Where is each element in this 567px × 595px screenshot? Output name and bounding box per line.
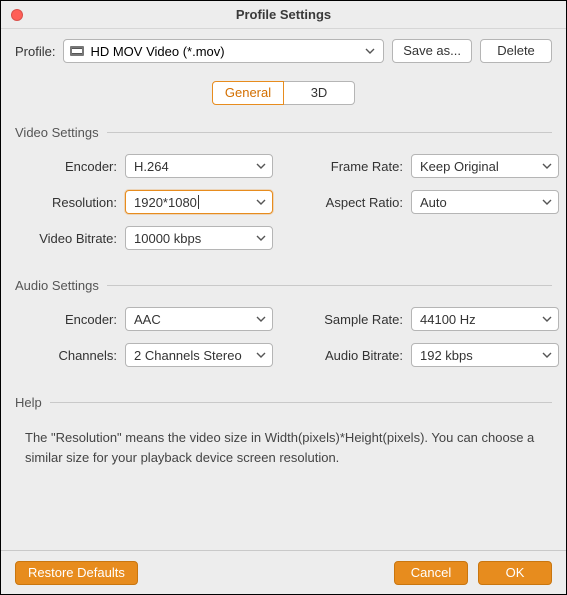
audio-bitrate-select[interactable]: 192 kbps: [411, 343, 559, 367]
audio-bitrate-label: Audio Bitrate:: [309, 348, 411, 363]
video-encoder-select[interactable]: H.264: [125, 154, 273, 178]
audio-settings-heading: Audio Settings: [15, 278, 552, 293]
profile-select-value: HD MOV Video (*.mov): [90, 44, 224, 59]
sample-rate-label: Sample Rate:: [309, 312, 411, 327]
profile-settings-window: Profile Settings Profile: HD MOV Video (…: [0, 0, 567, 595]
tab-3d[interactable]: 3D: [283, 81, 355, 105]
profile-select[interactable]: HD MOV Video (*.mov): [63, 39, 384, 63]
window-title: Profile Settings: [1, 7, 566, 22]
video-bitrate-label: Video Bitrate:: [15, 231, 125, 246]
help-text: The "Resolution" means the video size in…: [15, 424, 552, 467]
aspect-ratio-value: Auto: [420, 195, 447, 210]
frame-rate-select[interactable]: Keep Original: [411, 154, 559, 178]
chevron-down-icon: [365, 48, 375, 54]
chevron-down-icon: [256, 352, 266, 358]
titlebar: Profile Settings: [1, 1, 566, 29]
video-file-icon: [70, 45, 84, 57]
tab-general[interactable]: General: [212, 81, 284, 105]
aspect-ratio-label: Aspect Ratio:: [309, 195, 411, 210]
audio-settings-group: Audio Settings Encoder: AAC Sample Rate:…: [15, 278, 552, 367]
channels-value: 2 Channels Stereo: [134, 348, 242, 363]
resolution-label: Resolution:: [15, 195, 125, 210]
help-group: Help The "Resolution" means the video si…: [15, 395, 552, 467]
chevron-down-icon: [256, 316, 266, 322]
chevron-down-icon: [256, 235, 266, 241]
channels-label: Channels:: [15, 348, 125, 363]
video-settings-heading: Video Settings: [15, 125, 552, 140]
frame-rate-value: Keep Original: [420, 159, 499, 174]
video-bitrate-select[interactable]: 10000 kbps: [125, 226, 273, 250]
video-encoder-label: Encoder:: [15, 159, 125, 174]
close-window-button[interactable]: [11, 9, 23, 21]
resolution-value: 1920*1080: [134, 195, 197, 210]
tabs: General 3D: [15, 81, 552, 105]
resolution-select[interactable]: 1920*1080: [125, 190, 273, 214]
audio-encoder-value: AAC: [134, 312, 161, 327]
audio-bitrate-value: 192 kbps: [420, 348, 473, 363]
sample-rate-select[interactable]: 44100 Hz: [411, 307, 559, 331]
profile-label: Profile:: [15, 44, 55, 59]
aspect-ratio-select[interactable]: Auto: [411, 190, 559, 214]
profile-row: Profile: HD MOV Video (*.mov) Save as...…: [15, 39, 552, 63]
ok-button[interactable]: OK: [478, 561, 552, 585]
delete-button[interactable]: Delete: [480, 39, 552, 63]
frame-rate-label: Frame Rate:: [309, 159, 411, 174]
video-bitrate-value: 10000 kbps: [134, 231, 201, 246]
audio-encoder-label: Encoder:: [15, 312, 125, 327]
chevron-down-icon: [542, 316, 552, 322]
restore-defaults-button[interactable]: Restore Defaults: [15, 561, 138, 585]
video-settings-group: Video Settings Encoder: H.264 Frame Rate…: [15, 125, 552, 250]
chevron-down-icon: [256, 163, 266, 169]
cancel-button[interactable]: Cancel: [394, 561, 468, 585]
chevron-down-icon: [256, 199, 266, 205]
content-area: Profile: HD MOV Video (*.mov) Save as...…: [1, 29, 566, 550]
chevron-down-icon: [542, 199, 552, 205]
chevron-down-icon: [542, 163, 552, 169]
text-caret: [198, 195, 199, 209]
footer: Restore Defaults Cancel OK: [1, 550, 566, 594]
channels-select[interactable]: 2 Channels Stereo: [125, 343, 273, 367]
audio-encoder-select[interactable]: AAC: [125, 307, 273, 331]
help-heading: Help: [15, 395, 552, 410]
save-as-button[interactable]: Save as...: [392, 39, 472, 63]
chevron-down-icon: [542, 352, 552, 358]
sample-rate-value: 44100 Hz: [420, 312, 476, 327]
video-encoder-value: H.264: [134, 159, 169, 174]
